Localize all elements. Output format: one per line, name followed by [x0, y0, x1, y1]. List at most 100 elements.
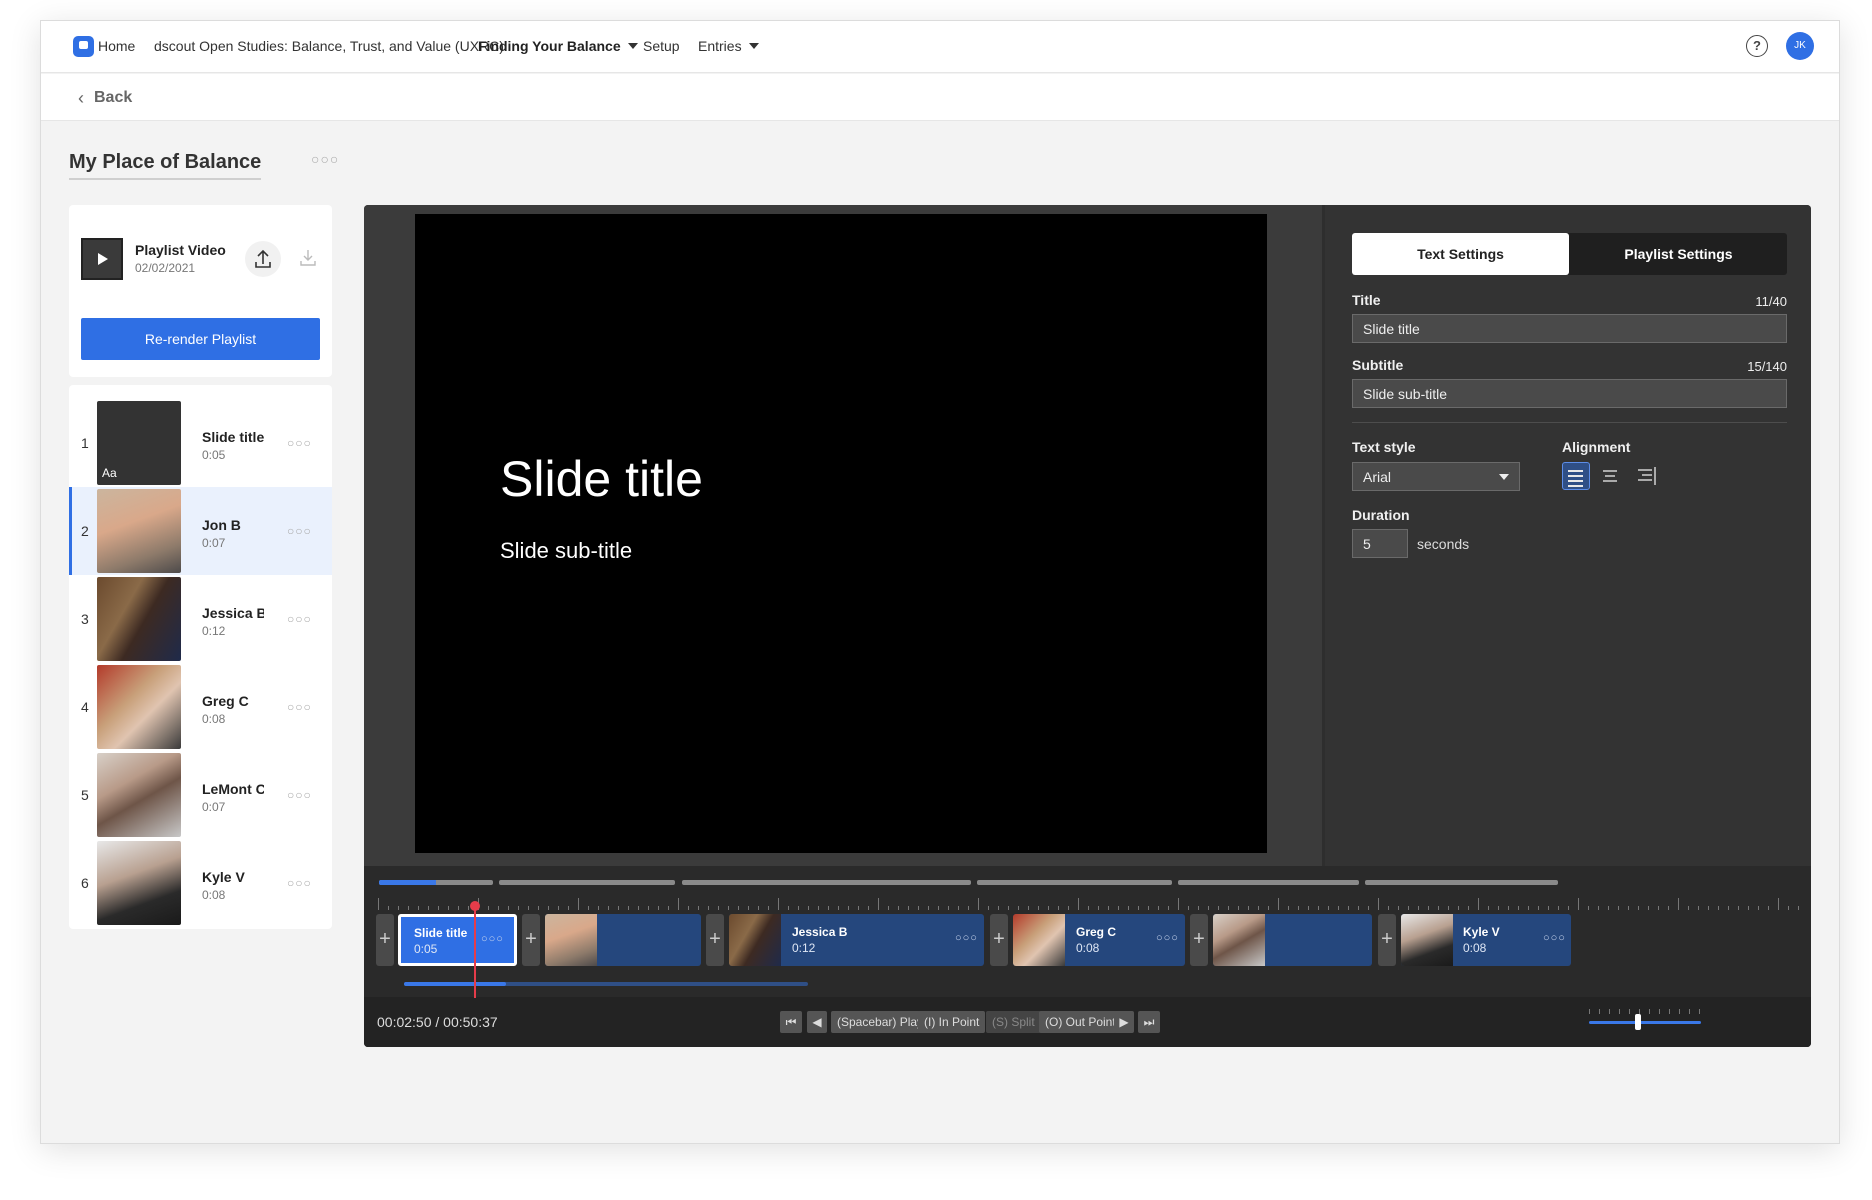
tab-playlist-settings[interactable]: Playlist Settings	[1570, 233, 1787, 275]
ruler-tick	[1688, 906, 1689, 910]
split-button[interactable]: (S) Split	[986, 1011, 1041, 1033]
ruler-tick	[1528, 906, 1529, 910]
back-link[interactable]: Back	[94, 89, 132, 107]
nav-setup[interactable]: Setup	[643, 38, 680, 54]
step-forward-button[interactable]: ▶	[1114, 1011, 1134, 1033]
ruler-tick	[1478, 898, 1479, 910]
timeline-scroll-thumb[interactable]	[404, 982, 506, 986]
timeline-clip-slide[interactable]: Slide title 0:05 ○○○	[398, 914, 517, 966]
download-button[interactable]	[297, 247, 319, 269]
out-point-button[interactable]: (O) Out Point	[1039, 1011, 1122, 1033]
playlist-item-name: Slide title	[202, 429, 264, 445]
zoom-slider-handle[interactable]	[1635, 1014, 1641, 1030]
video-thumbnail	[97, 841, 181, 925]
add-clip-button[interactable]: +	[1190, 914, 1208, 966]
skip-to-end-button[interactable]: ⏭	[1138, 1011, 1160, 1033]
timeline-scrollbar[interactable]	[404, 982, 808, 986]
dscout-logo-icon[interactable]	[73, 36, 94, 57]
ruler-tick	[1228, 906, 1229, 910]
clip-name: Kyle V	[1463, 925, 1500, 939]
more-icon[interactable]: ○○○	[287, 788, 312, 802]
more-icon[interactable]: ○○○	[287, 876, 312, 890]
ruler-tick	[1618, 906, 1619, 910]
playlist-item[interactable]: 5 LeMont C 0:07 ○○○	[69, 751, 332, 839]
time-ruler[interactable]	[378, 896, 1799, 910]
zoom-tick	[1589, 1009, 1590, 1014]
clip-more-icon[interactable]: ○○○	[1156, 932, 1179, 944]
nav-mission-dropdown[interactable]: Finding Your Balance	[478, 38, 638, 54]
clip-more-icon[interactable]: ○○○	[481, 933, 504, 945]
add-clip-button[interactable]: +	[990, 914, 1008, 966]
add-clip-button[interactable]: +	[522, 914, 540, 966]
timeline-clip[interactable]	[1213, 914, 1372, 966]
align-right-button[interactable]	[1632, 462, 1660, 490]
more-icon[interactable]: ○○○	[287, 524, 312, 538]
more-icon[interactable]: ○○○	[287, 700, 312, 714]
in-point-button[interactable]: (I) In Point	[918, 1011, 986, 1033]
zoom-tick	[1609, 1009, 1610, 1014]
subtitle-input[interactable]: Slide sub-title	[1352, 379, 1787, 408]
playhead-line[interactable]	[474, 906, 476, 998]
clip-more-icon[interactable]: ○○○	[955, 932, 978, 944]
align-center-button[interactable]	[1597, 462, 1625, 490]
ruler-tick	[1658, 906, 1659, 910]
play-button[interactable]: (Spacebar) Play	[831, 1011, 930, 1033]
clip-thumbnail	[729, 914, 781, 966]
ruler-tick	[598, 906, 599, 910]
add-clip-button[interactable]: +	[706, 914, 724, 966]
timeline-clip[interactable]: Kyle V 0:08 ○○○	[1401, 914, 1571, 966]
ruler-tick	[1728, 906, 1729, 910]
ruler-tick	[628, 906, 629, 910]
ruler-tick	[1778, 898, 1779, 910]
tab-text-settings[interactable]: Text Settings	[1352, 233, 1569, 275]
nav-home[interactable]: Home	[98, 38, 135, 54]
title-more-icon[interactable]: ○○○	[311, 151, 339, 167]
clip-thumbnail	[1013, 914, 1065, 966]
title-input[interactable]: Slide title	[1352, 314, 1787, 343]
playlist-item[interactable]: 6 Kyle V 0:08 ○○○	[69, 839, 332, 927]
playlist-item[interactable]: 2 Jon B 0:07 ○○○	[69, 487, 332, 575]
ruler-tick	[1068, 906, 1069, 910]
segment-progress-bar[interactable]	[682, 880, 971, 885]
ruler-tick	[1278, 898, 1279, 910]
ruler-tick	[418, 906, 419, 910]
ruler-tick	[658, 906, 659, 910]
more-icon[interactable]: ○○○	[287, 436, 312, 450]
help-icon[interactable]: ?	[1746, 35, 1768, 57]
page-title[interactable]: My Place of Balance	[69, 151, 262, 180]
ruler-tick	[1268, 906, 1269, 910]
clip-more-icon[interactable]: ○○○	[1543, 932, 1566, 944]
nav-study[interactable]: dscout Open Studies: Balance, Trust, and…	[154, 38, 504, 54]
zoom-slider[interactable]	[1589, 1021, 1701, 1024]
text-style-select[interactable]: Arial	[1352, 462, 1520, 491]
user-avatar[interactable]: JK	[1786, 32, 1814, 60]
ruler-tick	[698, 906, 699, 910]
ruler-tick	[1178, 898, 1179, 910]
segment-progress-bar[interactable]	[499, 880, 675, 885]
more-icon[interactable]: ○○○	[287, 612, 312, 626]
upload-button[interactable]	[245, 241, 281, 277]
segment-progress-bar[interactable]	[379, 880, 493, 885]
align-left-button[interactable]	[1562, 462, 1590, 490]
playlist-item[interactable]: 3 Jessica B 0:12 ○○○	[69, 575, 332, 663]
timeline-clip[interactable]	[545, 914, 701, 966]
segment-progress-bar[interactable]	[1365, 880, 1558, 885]
playlist-item[interactable]: 1 Aa Slide title 0:05 ○○○	[69, 399, 332, 487]
add-clip-button[interactable]: +	[1378, 914, 1396, 966]
nav-entries-dropdown[interactable]: Entries	[698, 38, 759, 54]
playlist-item[interactable]: 4 Greg C 0:08 ○○○	[69, 663, 332, 751]
rerender-playlist-button[interactable]: Re-render Playlist	[81, 318, 320, 360]
chevron-left-icon[interactable]: ‹	[78, 88, 84, 109]
add-clip-button[interactable]: +	[376, 914, 394, 966]
zoom-tick	[1599, 1009, 1600, 1014]
ruler-tick	[958, 906, 959, 910]
segment-progress-bar[interactable]	[1178, 880, 1359, 885]
segment-progress-bar[interactable]	[977, 880, 1172, 885]
playlist-video-date: 02/02/2021	[135, 261, 196, 275]
step-back-button[interactable]: ◀	[807, 1011, 827, 1033]
playlist-video-thumbnail[interactable]	[81, 238, 123, 280]
timeline-clip[interactable]: Greg C 0:08 ○○○	[1013, 914, 1185, 966]
timeline-clip[interactable]: Jessica B 0:12 ○○○	[729, 914, 984, 966]
duration-input[interactable]: 5	[1352, 529, 1408, 558]
skip-to-start-button[interactable]: ⏮	[780, 1011, 802, 1033]
